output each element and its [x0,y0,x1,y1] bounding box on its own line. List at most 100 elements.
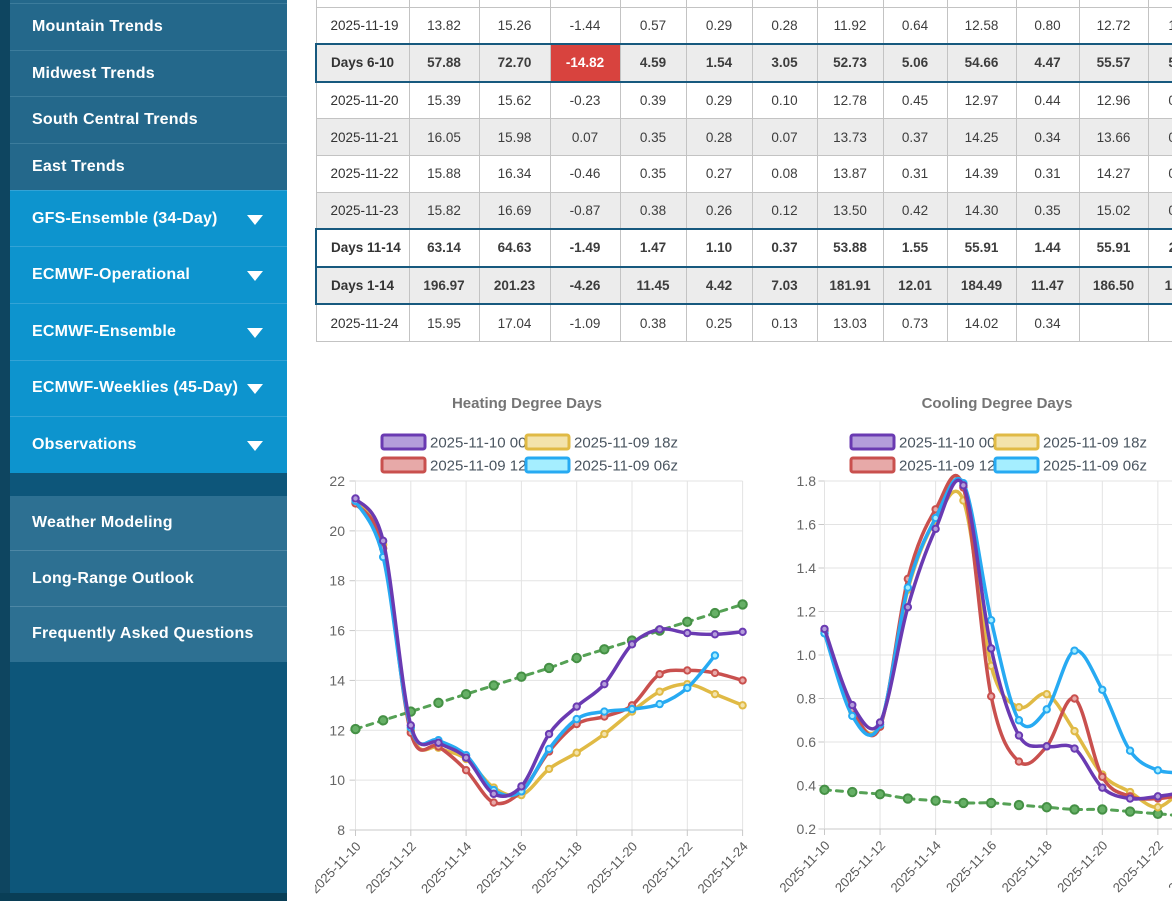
sidebar-item-long-range-outlook[interactable]: Long-Range Outlook [10,550,287,606]
data-point [629,706,635,712]
table-cell: 63.14 [409,229,479,267]
sidebar-item-ecmwf-operational[interactable]: ECMWF-Operational [10,246,287,303]
table-row: 2025-11-2315.8216.69-0.870.380.260.1213.… [316,192,1172,229]
legend-label: 2025-11-09 12z [899,458,1003,475]
table-cell: 0.35 [1016,192,1079,229]
sidebar-item-frequently-asked-questions[interactable]: Frequently Asked Questions [10,606,287,662]
table-cell: 15.62 [479,82,550,119]
legend-item[interactable]: 2025-11-09 06z [526,458,678,475]
data-point [849,713,855,719]
table-cell: -14.82 [550,44,620,82]
table-cell: 72.70 [479,44,550,82]
data-point [574,750,580,756]
sidebar-item-east-trends[interactable]: East Trends [10,143,287,190]
degree-day-table: 2025-11-1913.8215.26-1.440.570.290.2811.… [315,0,1172,342]
data-point [1071,695,1077,701]
x-tick-label: 2025-11-16 [943,838,999,896]
sidebar-item-mountain-trends[interactable]: Mountain Trends [10,3,287,50]
sidebar-item-label: ECMWF-Operational [32,266,190,284]
legend-item[interactable]: 2025-11-09 12z [851,458,1003,475]
row-label: 2025-11-21 [316,119,409,156]
legend-swatch [526,435,569,449]
data-point [877,719,883,725]
table-cell: -0.23 [550,82,620,119]
table-cell: 53.88 [817,229,883,267]
sidebar-bottom-strip [0,893,287,901]
row-label: Days 1-14 [316,267,409,305]
data-point [574,716,580,722]
data-point [601,731,607,737]
table-cell: 0.34 [1016,119,1079,156]
table-cell: -0.87 [550,192,620,229]
y-tick-label: 1.4 [797,560,817,576]
table-cell: 3.05 [752,44,817,82]
data-point [1155,793,1161,799]
table-row: 2025-11-2015.3915.62-0.230.390.290.1012.… [316,82,1172,119]
sidebar-item-gfs-ensemble-34-day[interactable]: GFS-Ensemble (34-Day) [10,190,287,247]
table-cell: 1.47 [620,229,686,267]
data-point [905,584,911,590]
data-point [684,630,690,636]
sidebar-left-strip [0,0,10,901]
table-cell: 0.27 [686,155,752,192]
table-cell: 0.47 [1148,119,1172,156]
data-point [960,482,966,488]
data-point [1016,717,1022,723]
sidebar-item-ecmwf-ensemble[interactable]: ECMWF-Ensemble [10,303,287,360]
legend-label: 2025-11-09 18z [1043,435,1147,452]
sidebar-item-label: Observations [32,436,137,454]
sidebar-item-observations[interactable]: Observations [10,416,287,473]
legend-item[interactable]: 2025-11-09 18z [526,435,678,452]
table-cell: 55.91 [1079,229,1148,267]
table-cell: 181.91 [817,267,883,305]
data-point [1015,801,1023,809]
sidebar-menu: Mountain TrendsMidwest Trends South Centr… [10,0,287,662]
table-cell: 0.08 [752,155,817,192]
sidebar-item-midwest-trends[interactable]: Midwest Trends [10,50,287,97]
table-cell: 4.47 [1016,44,1079,82]
data-point [849,702,855,708]
table-cell: 16.05 [409,119,479,156]
data-point [876,790,884,798]
legend-item[interactable]: 2025-11-09 12z [382,458,534,475]
table-cell: 14.25 [947,119,1016,156]
table-cell: 11.45 [620,267,686,305]
legend-item[interactable]: 2025-11-10 00z [851,435,1003,452]
data-point [490,681,498,689]
y-tick-label: 1.2 [797,604,817,620]
row-label: 2025-11-20 [316,82,409,119]
sidebar-item-ecmwf-weeklies-45-day[interactable]: ECMWF-Weeklies (45-Day) [10,360,287,417]
table-cell: 0.64 [883,7,947,44]
table-cell: 52.73 [817,44,883,82]
y-tick-label: 1.8 [797,473,817,489]
data-point [1044,743,1050,749]
table-cell: 11.47 [1016,267,1079,305]
legend-swatch [851,458,894,472]
data-point [463,755,469,761]
table-cell: 0.28 [686,119,752,156]
table-cell: 15.98 [479,119,550,156]
table-cell: 0.39 [620,82,686,119]
sidebar-item-weather-modeling[interactable]: Weather Modeling [10,496,287,551]
table-cell: 13.87 [817,155,883,192]
sidebar-item-label: South Central Trends [32,111,198,129]
table-cell: 0.80 [1016,7,1079,44]
data-point [352,495,358,501]
data-point [1016,758,1022,764]
data-point [434,699,442,707]
legend-item[interactable]: 2025-11-10 00z [382,435,534,452]
x-tick-label: 2025-11-20 [1054,838,1110,896]
legend-item[interactable]: 2025-11-09 18z [995,435,1147,452]
legend-label: 2025-11-09 12z [430,458,534,475]
cooling-degree-days-chart: Cooling Degree Days2025-11-10 00z2025-11… [760,390,1172,901]
table-cell: 55.91 [947,229,1016,267]
table-summary-row: Days 1-14196.97201.23-4.2611.454.427.031… [316,267,1172,305]
legend-item[interactable]: 2025-11-09 06z [995,458,1147,475]
table-cell: 55.57 [1079,44,1148,82]
table-cell: 0.34 [1016,304,1079,341]
sidebar-item-south-central-trends[interactable]: South Central Trends [10,96,287,143]
data-point [711,609,719,617]
table-cell: 0.07 [550,119,620,156]
table-cell [752,0,817,7]
data-point [1071,647,1077,653]
